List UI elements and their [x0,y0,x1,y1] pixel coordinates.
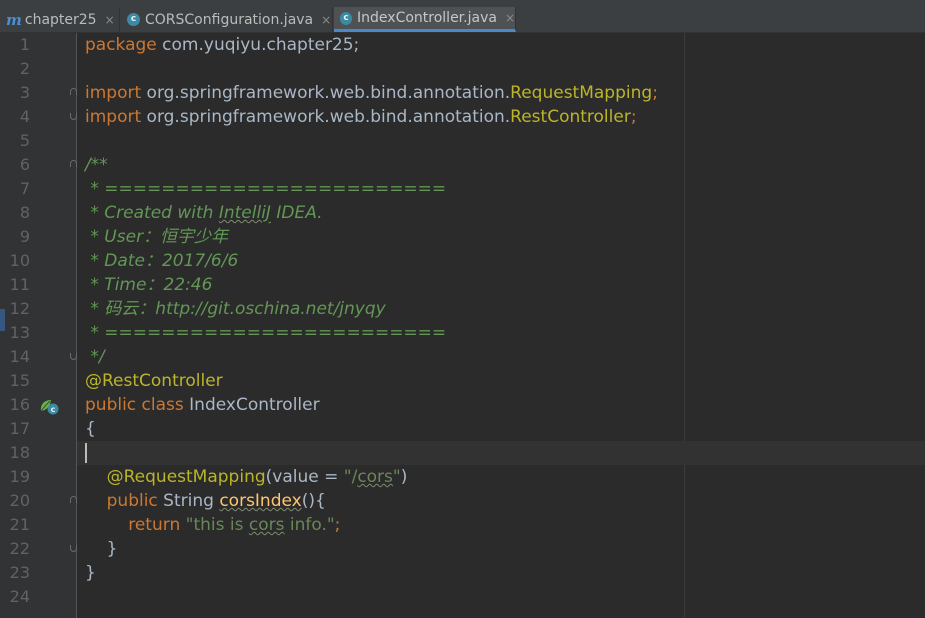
code-line: 6 /** [0,153,925,177]
line-number: 5 [19,131,30,150]
code-line: 19 @RequestMapping(value = "/cors") [0,465,925,489]
fold-marker-icon[interactable] [70,160,79,169]
code-line: 16 c public class IndexController [0,393,925,417]
line-number: 7 [19,179,30,198]
code-line: 7 * ======================== [0,177,925,201]
line-number: 15 [9,371,30,390]
code-line: 23 } [0,561,925,585]
line-number: 8 [19,203,30,222]
doc-comment[interactable]: * ======================== [85,177,446,201]
doc-comment[interactable]: * ======================== [85,321,446,345]
line-number: 23 [9,563,30,582]
line-number: 14 [9,347,30,366]
code-editor[interactable]: 1 package com.yuqiyu.chapter25; 2 3 impo… [0,33,925,618]
code-line: 11 * Time：22:46 [0,273,925,297]
tab-index-controller[interactable]: c IndexController.java × [334,7,516,32]
code-text[interactable]: import org.springframework.web.bind.anno… [85,81,658,105]
fold-marker-icon[interactable] [70,496,79,505]
doc-comment[interactable]: * Time：22:46 [85,273,212,297]
line-number: 4 [19,107,30,126]
java-class-icon-letter: c [51,405,56,414]
fold-marker-icon[interactable] [70,353,79,362]
code-line: 24 [0,585,925,609]
tab-label: CORSConfiguration.java [145,11,314,28]
java-class-icon: c [340,11,353,25]
line-number: 1 [19,35,30,54]
doc-comment[interactable]: * 码云：http://git.oschina.net/jnyqy [85,297,385,321]
code-line: 21 return "this is cors info."; [0,513,925,537]
code-line: 15 @RestController [0,369,925,393]
code-line: 13 * ======================== [0,321,925,345]
spring-bean-icon[interactable]: c [38,397,60,415]
code-line: 22 } [0,537,925,561]
tab-cors-configuration[interactable]: c CORSConfiguration.java × [121,7,333,32]
code-text[interactable]: { [85,417,96,441]
doc-comment[interactable]: */ [85,345,104,369]
code-line: 5 [0,129,925,153]
doc-comment[interactable]: /** [85,153,108,177]
code-text[interactable]: @RequestMapping(value = "/cors") [85,465,408,489]
line-number: 2 [19,59,30,78]
code-line: 8 * Created with IntelliJ IDEA. [0,201,925,225]
ide-window: m chapter25 × c CORSConfiguration.java ×… [0,0,925,618]
line-number: 11 [9,275,30,294]
line-number: 3 [19,83,30,102]
module-m-icon: m [6,10,22,29]
code-text[interactable]: public class IndexController [85,393,320,417]
code-line: 9 * User：恒宇少年 [0,225,925,249]
line-number: 18 [9,443,30,462]
line-number: 24 [9,587,30,606]
code-text[interactable]: @RestController [85,369,223,393]
line-number: 19 [9,467,30,486]
line-number: 16 [9,395,30,414]
code-line: 14 */ [0,345,925,369]
line-number: 21 [9,515,30,534]
code-line: 18 [0,441,925,465]
fold-marker-icon[interactable] [70,88,79,97]
code-line: 17 { [0,417,925,441]
code-line: 3 import org.springframework.web.bind.an… [0,81,925,105]
close-icon[interactable]: × [505,11,515,25]
fold-marker-icon[interactable] [70,113,79,122]
tab-label: chapter25 [24,11,97,28]
code-line: 12 * 码云：http://git.oschina.net/jnyqy [0,297,925,321]
doc-comment[interactable]: * Created with IntelliJ IDEA. [85,201,322,225]
line-number: 10 [9,251,30,270]
fold-marker-icon[interactable] [70,545,79,554]
java-class-icon: c [127,13,140,26]
line-number: 17 [9,419,30,438]
doc-comment[interactable]: * User：恒宇少年 [85,225,228,249]
tab-label: IndexController.java [357,10,497,26]
line-number: 12 [9,299,30,318]
code-line: 2 [0,57,925,81]
line-number: 9 [19,227,30,246]
line-number: 22 [9,539,30,558]
code-text[interactable]: return "this is cors info."; [85,513,340,537]
editor-tab-bar: m chapter25 × c CORSConfiguration.java ×… [0,0,925,33]
text-caret [85,443,87,463]
code-line: 4 import org.springframework.web.bind.an… [0,105,925,129]
code-text[interactable]: public String corsIndex(){ [85,489,326,513]
code-line: 1 package com.yuqiyu.chapter25; [0,33,925,57]
code-text[interactable]: package com.yuqiyu.chapter25; [85,33,359,57]
code-line: 10 * Date：2017/6/6 [0,249,925,273]
line-number: 6 [19,155,30,174]
close-icon[interactable]: × [321,13,331,27]
code-text[interactable]: } [85,561,96,585]
code-text[interactable]: } [85,537,118,561]
code-line: 20 public String corsIndex(){ [0,489,925,513]
line-number: 13 [9,323,30,342]
close-icon[interactable]: × [105,13,115,27]
doc-comment[interactable]: * Date：2017/6/6 [85,249,238,273]
code-text[interactable]: import org.springframework.web.bind.anno… [85,105,637,129]
line-number: 20 [9,491,30,510]
tab-chapter25[interactable]: m chapter25 × [0,7,120,32]
